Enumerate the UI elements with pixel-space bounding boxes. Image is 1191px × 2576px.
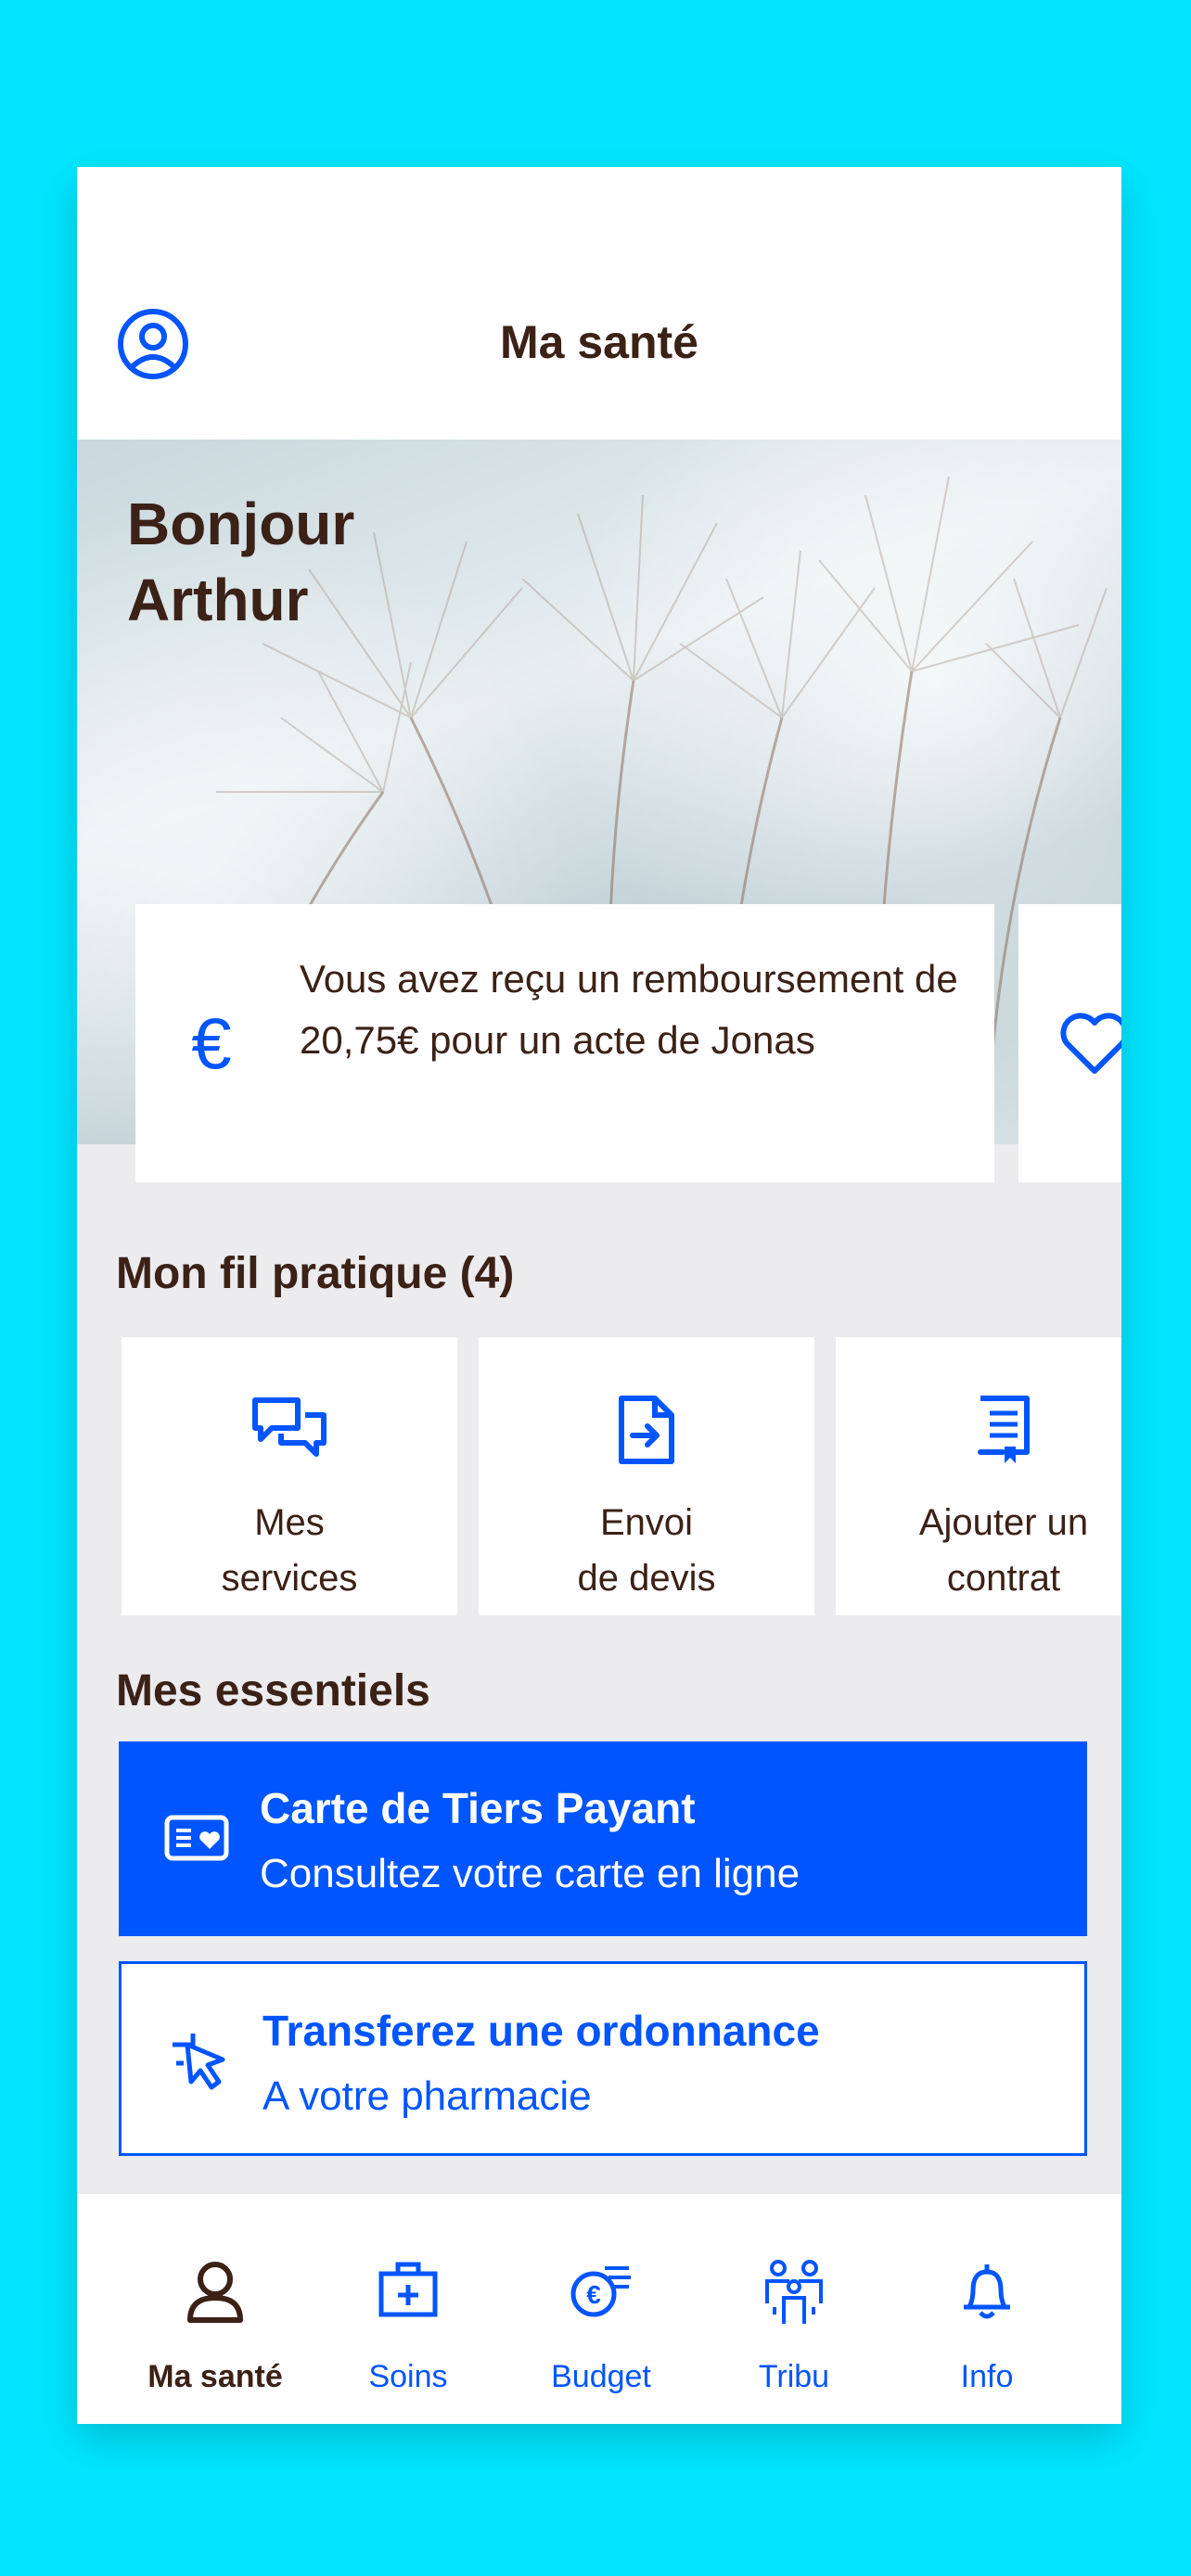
- app-header: Ma santé: [77, 167, 1121, 440]
- tab-label: Info: [960, 2359, 1014, 2394]
- essential-title: Transferez une ordonnance: [263, 2007, 820, 2055]
- tile-mes-services[interactable]: Mes services: [122, 1337, 457, 1615]
- tab-label: Budget: [551, 2359, 651, 2394]
- tab-budget[interactable]: € Budget: [506, 2194, 697, 2424]
- tab-label: Ma santé: [147, 2359, 283, 2394]
- bell-icon: [964, 2264, 1010, 2319]
- family-icon: [765, 2260, 823, 2324]
- greeting: Bonjour Arthur: [127, 486, 354, 638]
- notification-text: Vous avez reçu un remboursement de 20,75…: [300, 957, 958, 1062]
- greeting-line-1: Bonjour: [127, 491, 355, 557]
- tab-tribu[interactable]: Tribu: [698, 2194, 890, 2424]
- transferer-ordonnance-button[interactable]: Transferez une ordonnance A votre pharma…: [119, 1961, 1087, 2156]
- essential-subtitle: A votre pharmacie: [263, 2073, 592, 2119]
- card-heart-icon: [164, 1815, 229, 1861]
- fil-pratique-title: Mon fil pratique (4): [116, 1249, 515, 1298]
- svg-text:€: €: [586, 2280, 601, 2309]
- tile-label: Envoi de devis: [577, 1502, 716, 1599]
- euro-icon: €: [191, 1001, 232, 1084]
- phone-screen: Ma santé Bonjour Arthur € Vous avez reçu…: [77, 167, 1121, 2424]
- contract-icon: [978, 1396, 1030, 1463]
- bottom-tab-bar: Ma santé Soins € Budget Tribu Info: [77, 2194, 1121, 2424]
- tile-ajouter-contrat[interactable]: Ajouter un contrat: [836, 1337, 1121, 1615]
- tab-soins[interactable]: Soins: [313, 2194, 504, 2424]
- tab-label: Soins: [368, 2359, 448, 2394]
- notification-card-next[interactable]: [1018, 904, 1121, 1182]
- medical-kit-icon: [378, 2262, 438, 2317]
- tab-info[interactable]: Info: [891, 2194, 1082, 2424]
- greeting-line-2: Arthur: [127, 567, 309, 633]
- essentiels-title: Mes essentiels: [116, 1666, 430, 1715]
- essential-subtitle: Consultez votre carte en ligne: [260, 1851, 800, 1896]
- essential-title: Carte de Tiers Payant: [260, 1784, 696, 1832]
- tab-label: Tribu: [758, 2359, 830, 2394]
- carte-tiers-payant-button[interactable]: Carte de Tiers Payant Consultez votre ca…: [119, 1741, 1087, 1936]
- chat-bubbles-icon: [252, 1397, 327, 1457]
- cursor-click-icon: [173, 2034, 225, 2090]
- tile-envoi-devis[interactable]: Envoi de devis: [479, 1337, 814, 1615]
- page-title: Ma santé: [500, 316, 698, 368]
- tile-label: Mes services: [221, 1502, 358, 1599]
- tab-ma-sante[interactable]: Ma santé: [120, 2194, 311, 2424]
- document-send-icon: [619, 1396, 674, 1464]
- heart-icon: [1060, 1013, 1121, 1074]
- euro-coins-icon: €: [570, 2266, 631, 2317]
- tile-label: Ajouter un contrat: [918, 1502, 1089, 1599]
- person-icon: [187, 2262, 243, 2323]
- notification-card[interactable]: € Vous avez reçu un remboursement de 20,…: [135, 904, 994, 1182]
